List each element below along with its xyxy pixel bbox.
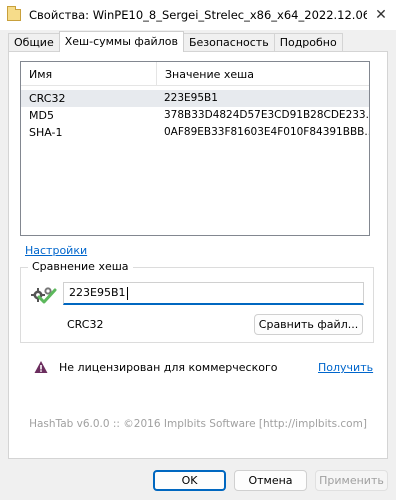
tab-security[interactable]: Безопасность xyxy=(182,33,275,52)
hash-value-cell: 223E95B1 xyxy=(164,92,218,104)
close-icon[interactable]: ✕ xyxy=(366,0,396,30)
hash-list-header: Имя Значение хеша xyxy=(21,62,369,86)
matched-algorithm-label: CRC32 xyxy=(67,318,104,331)
tab-file-hashes[interactable]: Хеш-суммы файлов xyxy=(58,31,184,52)
match-check-icon xyxy=(31,287,57,304)
hash-compare-input-value: 223E95B1 xyxy=(69,286,126,299)
hash-compare-group-title: Сравнение хеша xyxy=(28,260,133,273)
column-header-name[interactable]: Имя xyxy=(21,62,157,85)
table-row[interactable]: CRC32 223E95B1 xyxy=(21,90,369,107)
about-text: HashTab v6.0.0 :: ©2016 Implbits Softwar… xyxy=(29,418,367,430)
hash-list[interactable]: Имя Значение хеша CRC32 223E95B1 MD5 378… xyxy=(20,61,370,236)
text-caret xyxy=(126,286,128,300)
hash-name-cell: SHA-1 xyxy=(29,126,63,139)
get-license-link[interactable]: Получить xyxy=(318,361,373,374)
hash-value-cell: 0AF89EB33F81603E4F010F84391BBB... xyxy=(164,126,369,138)
warning-icon xyxy=(34,361,48,373)
window-title: Свойства: WinPE10_8_Sergei_Strelec_x86_x… xyxy=(29,8,367,22)
table-row[interactable]: SHA-1 0AF89EB33F81603E4F010F84391BBB... xyxy=(21,124,369,141)
ok-button[interactable]: OK xyxy=(153,470,226,491)
table-row[interactable]: MD5 378B33D4824D57E3CD91B28CDE233... xyxy=(21,107,369,124)
tab-strip: Общие Хеш-суммы файлов Безопасность Подр… xyxy=(8,31,343,52)
folder-icon xyxy=(7,6,21,21)
apply-button[interactable]: Применить xyxy=(315,470,388,491)
settings-link[interactable]: Настройки xyxy=(25,244,87,257)
title-bar: Свойства: WinPE10_8_Sergei_Strelec_x86_x… xyxy=(0,0,396,30)
hash-value-cell: 378B33D4824D57E3CD91B28CDE233... xyxy=(164,109,369,121)
license-warning-text: Не лицензирован для коммерческого xyxy=(59,361,278,374)
compare-file-button[interactable]: Сравнить файл... xyxy=(254,314,363,335)
tab-general[interactable]: Общие xyxy=(8,33,60,52)
cancel-button[interactable]: Отмена xyxy=(234,470,307,491)
hash-name-cell: MD5 xyxy=(29,109,54,122)
hash-compare-input[interactable]: 223E95B1 xyxy=(63,282,364,305)
column-header-hash-value[interactable]: Значение хеша xyxy=(157,62,369,85)
tab-details[interactable]: Подробно xyxy=(273,33,343,52)
hash-name-cell: CRC32 xyxy=(29,92,66,105)
